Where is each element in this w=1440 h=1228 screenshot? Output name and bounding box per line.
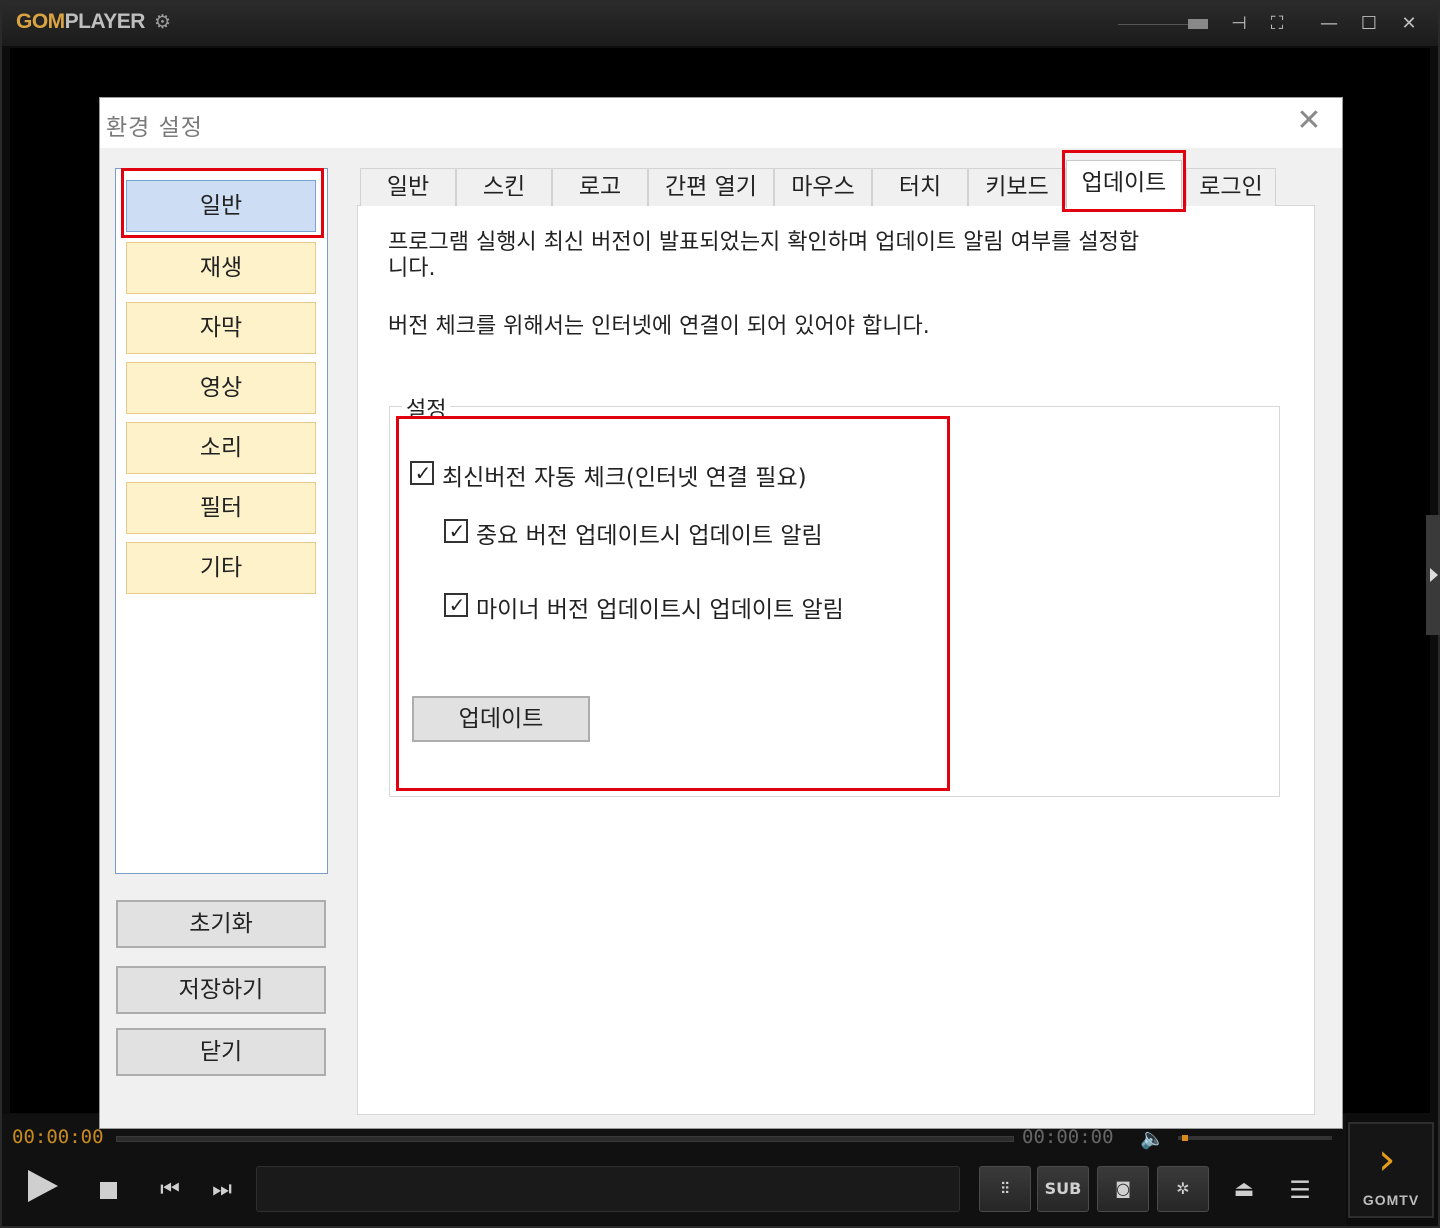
- stop-button[interactable]: [100, 1182, 117, 1199]
- opacity-slider-track[interactable]: [1118, 24, 1188, 25]
- seek-bar[interactable]: [116, 1136, 1014, 1142]
- tab-keyboard[interactable]: 키보드: [968, 168, 1066, 206]
- dialog-close-icon[interactable]: ✕: [1294, 106, 1324, 136]
- dialog-titlebar[interactable]: [100, 98, 1342, 148]
- expand-arrow-icon[interactable]: [1430, 568, 1438, 582]
- category-audio[interactable]: 소리: [126, 422, 316, 474]
- play-button[interactable]: [28, 1170, 58, 1202]
- pin-icon[interactable]: ⊣: [1226, 12, 1252, 36]
- gomplayer-logo: GOMPLAYER: [16, 10, 145, 34]
- maximize-icon[interactable]: ☐: [1356, 12, 1382, 36]
- total-time: 00:00:00: [1022, 1126, 1114, 1148]
- menu-icon[interactable]: ☰: [1284, 1176, 1316, 1204]
- category-video[interactable]: 영상: [126, 362, 316, 414]
- category-filter[interactable]: 필터: [126, 482, 316, 534]
- tab-highlight-box: [1062, 150, 1186, 212]
- close-button[interactable]: 닫기: [116, 1028, 326, 1076]
- settings-button[interactable]: ✲: [1157, 1166, 1209, 1212]
- dialog-title: 환경 설정: [106, 115, 203, 141]
- tab-login[interactable]: 로그인: [1186, 168, 1276, 206]
- info-display: [256, 1166, 960, 1212]
- tab-touch[interactable]: 터치: [872, 168, 968, 206]
- category-playback[interactable]: 재생: [126, 242, 316, 294]
- internet-note: 버전 체크를 위해서는 인터넷에 연결이 되어 있어야 합니다.: [388, 314, 930, 339]
- eject-icon[interactable]: ⏏: [1228, 1176, 1260, 1204]
- save-button[interactable]: 저장하기: [116, 966, 326, 1014]
- logo-main-text: GOM: [16, 10, 65, 33]
- minimize-icon[interactable]: —: [1316, 12, 1342, 36]
- equalizer-button[interactable]: ⫶⫶: [979, 1166, 1031, 1212]
- tab-logo[interactable]: 로고: [552, 168, 648, 206]
- close-icon[interactable]: ✕: [1396, 12, 1422, 36]
- capture-button[interactable]: ◙: [1097, 1166, 1149, 1212]
- tab-mouse[interactable]: 마우스: [774, 168, 872, 206]
- gear-icon[interactable]: ⚙: [154, 12, 174, 32]
- opacity-slider-knob[interactable]: [1188, 19, 1208, 29]
- volume-knob[interactable]: [1182, 1135, 1188, 1141]
- options-highlight-box: [396, 416, 950, 791]
- subtitle-button[interactable]: SUB: [1037, 1166, 1089, 1212]
- update-description-line1: 프로그램 실행시 최신 버전이 발표되었는지 확인하며 업데이트 알림 여부를 …: [388, 230, 1140, 255]
- update-description-line2: 니다.: [388, 256, 436, 281]
- category-etc[interactable]: 기타: [126, 542, 316, 594]
- current-time: 00:00:00: [12, 1126, 104, 1148]
- next-button[interactable]: ⏭: [210, 1176, 234, 1204]
- sidebar-highlight-box: [121, 168, 324, 238]
- chevron-right-icon: ›: [1378, 1134, 1396, 1185]
- logo-sub-text: PLAYER: [64, 10, 146, 33]
- tab-quick-open[interactable]: 간편 열기: [648, 168, 774, 206]
- previous-button[interactable]: ⏮: [158, 1176, 182, 1204]
- volume-slider[interactable]: [1178, 1136, 1332, 1140]
- tab-skin[interactable]: 스킨: [456, 168, 552, 206]
- gomtv-label: GOMTV: [1362, 1192, 1420, 1208]
- tab-general[interactable]: 일반: [360, 168, 456, 206]
- speaker-icon[interactable]: 🔈: [1140, 1126, 1165, 1150]
- reset-button[interactable]: 초기화: [116, 900, 326, 948]
- category-subtitle[interactable]: 자막: [126, 302, 316, 354]
- player-titlebar[interactable]: [2, 2, 1438, 46]
- fullscreen-icon[interactable]: ⛶: [1264, 12, 1290, 36]
